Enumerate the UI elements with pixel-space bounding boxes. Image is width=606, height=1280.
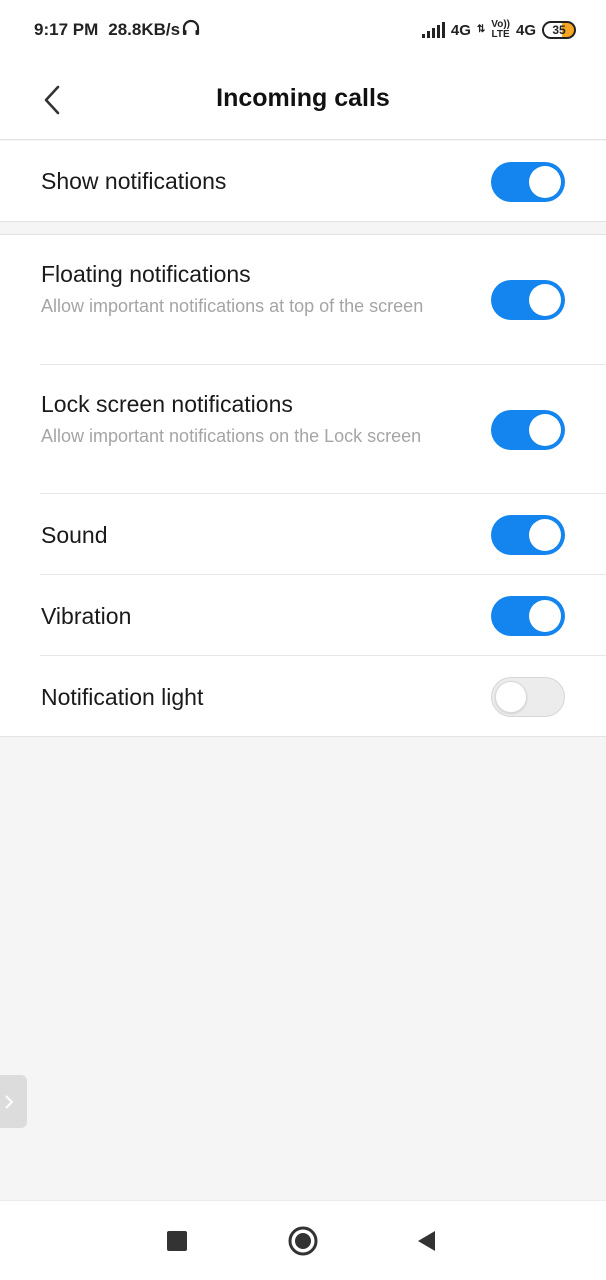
notification-light-label: Notification light: [41, 684, 204, 710]
vibration-label: Vibration: [41, 603, 132, 629]
sound-label: Sound: [41, 522, 108, 548]
battery-icon: 35: [542, 21, 576, 39]
network-type-2: 4G: [515, 21, 536, 39]
volte-badge: Vo)) LTE: [491, 20, 510, 40]
sound-toggle[interactable]: [491, 515, 565, 555]
section-notification-options: Floating notifications Allow important n…: [0, 234, 606, 737]
chevron-right-icon: [5, 1094, 13, 1109]
show-notifications-label: Show notifications: [41, 168, 227, 194]
data-arrows-icon: ⇅: [476, 24, 486, 35]
signal-icon: [421, 22, 445, 38]
floating-notifications-subtitle: Allow important notifications at top of …: [41, 296, 424, 316]
status-bar: 9:17 PM 28.8KB/s 4G ⇅ Vo)) LTE 4G 35: [0, 0, 606, 60]
volte-bottom: LTE: [491, 29, 510, 40]
row-vibration[interactable]: Vibration: [0, 575, 606, 656]
row-notification-light[interactable]: Notification light: [0, 656, 606, 737]
edge-handle[interactable]: [0, 1075, 27, 1128]
floating-notifications-toggle[interactable]: [491, 280, 565, 320]
triangle-back-icon: [418, 1231, 435, 1251]
notification-light-toggle[interactable]: [491, 677, 565, 717]
lock-screen-notifications-subtitle: Allow important notifications on the Loc…: [41, 426, 422, 446]
toggle-knob: [529, 519, 561, 551]
row-sound[interactable]: Sound: [0, 494, 606, 575]
floating-notifications-label: Floating notifications: [41, 261, 251, 287]
section-show-notifications: Show notifications: [0, 141, 606, 222]
toggle-knob: [495, 681, 527, 713]
toggle-knob: [529, 166, 561, 198]
nav-back-button[interactable]: [406, 1221, 446, 1261]
network-type-1: 4G: [450, 21, 471, 39]
lock-screen-notifications-toggle[interactable]: [491, 410, 565, 450]
circle-icon: [288, 1226, 318, 1256]
toggle-knob: [529, 600, 561, 632]
lock-screen-notifications-label: Lock screen notifications: [41, 391, 293, 417]
header: Incoming calls: [0, 60, 606, 140]
page-title: Incoming calls: [216, 84, 390, 112]
battery-level: 35: [552, 23, 566, 37]
recents-button[interactable]: [157, 1221, 197, 1261]
headphone-icon: [182, 19, 200, 42]
toggle-knob: [529, 414, 561, 446]
row-floating-notifications[interactable]: Floating notifications Allow important n…: [0, 235, 606, 365]
row-show-notifications[interactable]: Show notifications: [0, 141, 606, 222]
navigation-bar: [0, 1200, 606, 1280]
show-notifications-toggle[interactable]: [491, 162, 565, 202]
vibration-toggle[interactable]: [491, 596, 565, 636]
status-right: 4G ⇅ Vo)) LTE 4G 35: [421, 18, 576, 42]
row-lock-screen-notifications[interactable]: Lock screen notifications Allow importan…: [0, 365, 606, 494]
network-speed: 28.8KB/s: [108, 20, 181, 39]
status-left: 9:17 PM 28.8KB/s: [34, 18, 200, 42]
toggle-knob: [529, 284, 561, 316]
square-icon: [167, 1231, 187, 1251]
status-time: 9:17 PM: [34, 20, 99, 39]
home-button[interactable]: [283, 1221, 323, 1261]
